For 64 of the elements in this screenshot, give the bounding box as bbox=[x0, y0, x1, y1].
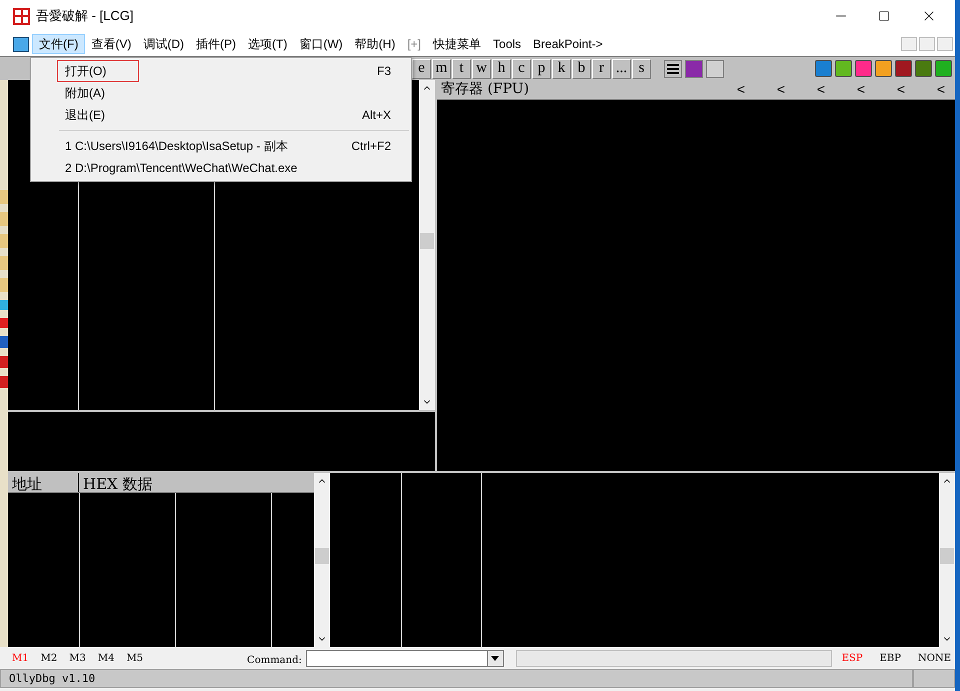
column-toggle[interactable]: < bbox=[911, 79, 951, 100]
scrollbar[interactable] bbox=[419, 80, 435, 410]
menu-item[interactable]: 选项(T) bbox=[242, 34, 294, 54]
memory-mark[interactable]: M5 bbox=[126, 650, 144, 666]
toolbar-button[interactable]: m bbox=[432, 58, 451, 78]
toolbar-button[interactable]: r bbox=[592, 58, 611, 78]
register-mode[interactable]: NONE bbox=[918, 650, 951, 666]
memory-mark[interactable]: M1 bbox=[12, 650, 29, 666]
tool-icon[interactable] bbox=[815, 60, 832, 77]
column-toggle[interactable]: < bbox=[871, 79, 911, 100]
memory-mark[interactable]: M4 bbox=[98, 650, 114, 666]
column-toggle[interactable]: < bbox=[791, 79, 831, 100]
column-toggle[interactable]: < bbox=[831, 79, 871, 100]
toolbar-button[interactable]: b bbox=[572, 58, 591, 78]
tool-icon[interactable] bbox=[935, 60, 952, 77]
scroll-thumb[interactable] bbox=[315, 548, 329, 564]
menu-item[interactable]: 插件(P) bbox=[190, 34, 242, 54]
status-cell bbox=[913, 669, 955, 688]
list-icon[interactable] bbox=[664, 60, 682, 78]
window-title: 吾愛破解 - [LCG] bbox=[36, 7, 135, 26]
column-header[interactable]: 地址 bbox=[8, 473, 79, 492]
app-menu-icon[interactable] bbox=[13, 36, 29, 52]
command-field[interactable] bbox=[306, 650, 504, 666]
menu-option[interactable]: 退出(E) Alt+X bbox=[31, 104, 411, 126]
menu-option[interactable]: 附加(A) bbox=[31, 82, 411, 104]
column-toggle[interactable]: < bbox=[711, 79, 751, 100]
tool-icon[interactable] bbox=[875, 60, 892, 77]
scroll-thumb[interactable] bbox=[420, 233, 434, 249]
menu-item[interactable]: 快捷菜单 bbox=[427, 34, 488, 54]
scrollbar[interactable] bbox=[939, 473, 955, 647]
toolbar-button[interactable]: c bbox=[512, 58, 531, 78]
menu-item[interactable]: 窗口(W) bbox=[293, 34, 349, 54]
toolbar-button[interactable]: p bbox=[532, 58, 551, 78]
toolbar-button[interactable]: w bbox=[472, 58, 491, 78]
menu-item[interactable]: 调试(D) bbox=[137, 34, 190, 54]
toolbar-button[interactable]: k bbox=[552, 58, 571, 78]
registers-title: 寄存器 (FPU) bbox=[441, 80, 530, 99]
menu-option[interactable]: 打开(O) F3 bbox=[31, 60, 411, 82]
menu-item[interactable]: Tools bbox=[487, 34, 528, 54]
menu-item[interactable]: 查看(V) bbox=[85, 34, 138, 54]
menu-item[interactable]: 文件(F) bbox=[32, 34, 86, 54]
toolbar-button[interactable]: e bbox=[412, 58, 431, 78]
memory-mark[interactable]: M2 bbox=[40, 650, 58, 666]
column-header[interactable]: HEX 数据 bbox=[79, 473, 314, 492]
scroll-thumb[interactable] bbox=[940, 548, 954, 564]
memory-mark[interactable]: M3 bbox=[69, 650, 86, 666]
tool-icon[interactable] bbox=[835, 60, 852, 77]
maximize-icon[interactable] bbox=[878, 10, 890, 22]
menu-item[interactable]: BreakPoint-> bbox=[527, 34, 609, 54]
register-mode[interactable]: ESP bbox=[842, 650, 863, 666]
app-logo-icon bbox=[13, 8, 30, 24]
register-mode[interactable]: EBP bbox=[880, 650, 901, 666]
toolbar-button[interactable]: ... bbox=[612, 58, 631, 78]
menu-option[interactable]: 2 D:\Program\Tencent\WeChat\WeChat.exe bbox=[31, 157, 411, 179]
menu-item[interactable]: 帮助(H) bbox=[348, 34, 402, 54]
toolbar-button[interactable]: h bbox=[492, 58, 511, 78]
command-label: Command: bbox=[247, 654, 302, 668]
tool-icon[interactable] bbox=[855, 60, 872, 77]
column-toggle[interactable]: < bbox=[751, 79, 791, 100]
scrollbar[interactable] bbox=[314, 473, 330, 647]
toolbar-button[interactable]: t bbox=[452, 58, 471, 78]
status-bar: OllyDbg v1.10 bbox=[0, 669, 913, 688]
toolbar-button[interactable]: s bbox=[632, 58, 651, 78]
menu-option[interactable]: 1 C:\Users\I9164\Desktop\IsaSetup - 副本 Ctrl+F2 bbox=[31, 135, 411, 157]
